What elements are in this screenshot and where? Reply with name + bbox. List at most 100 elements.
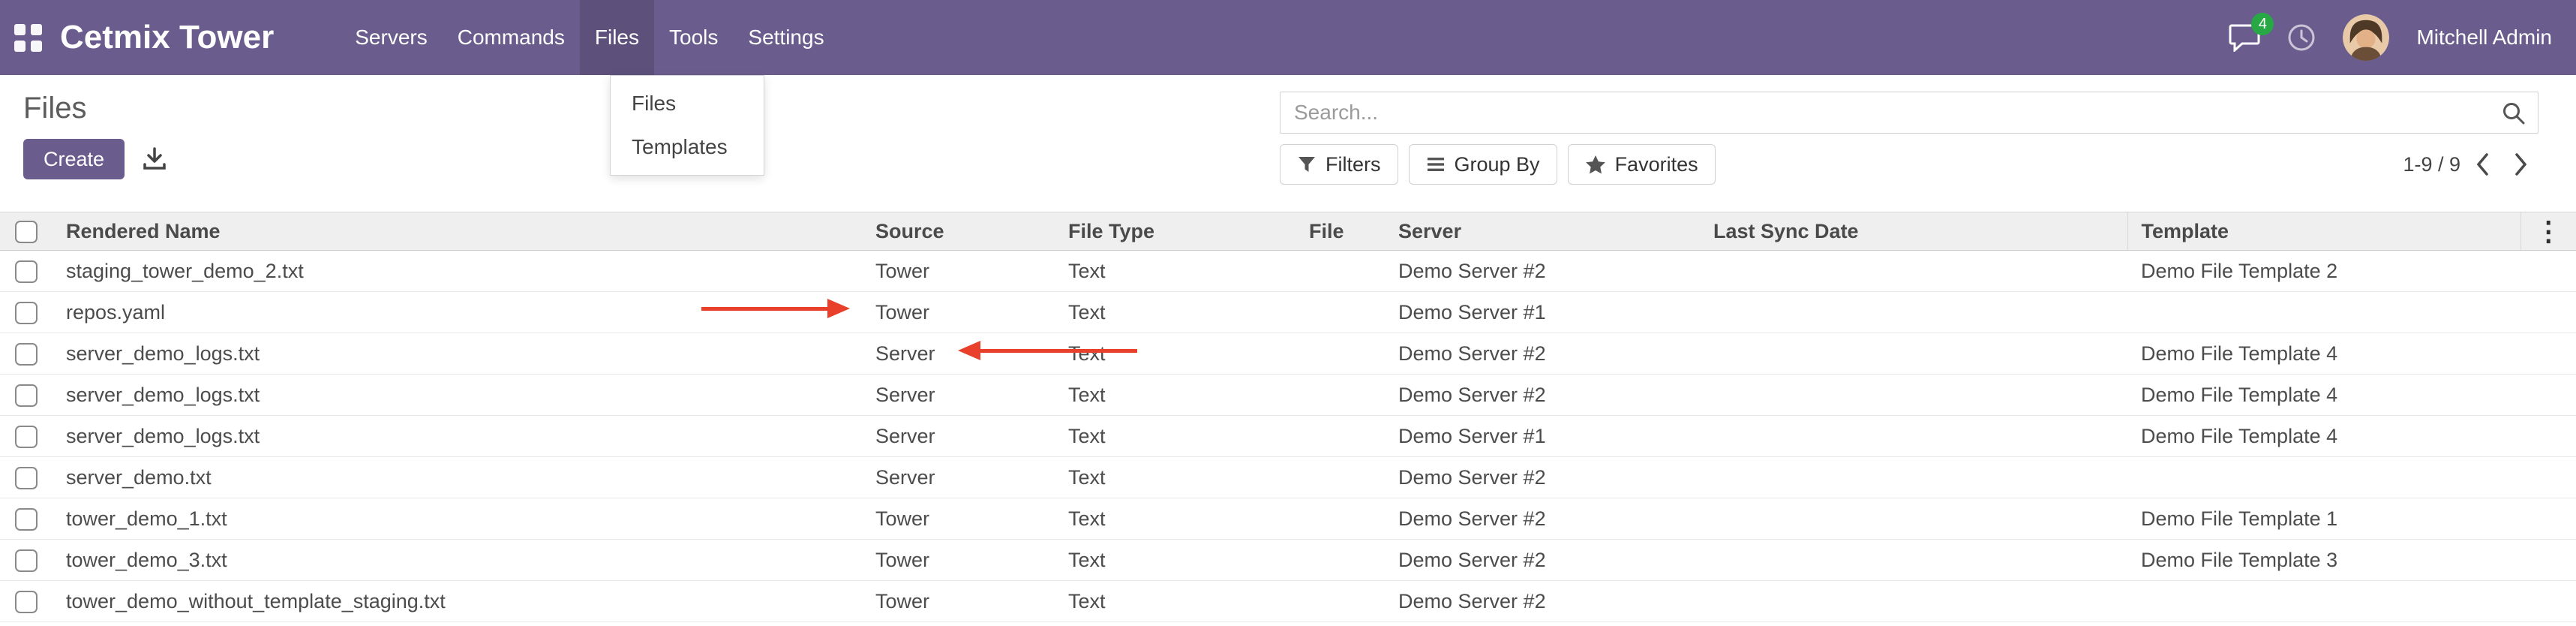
user-menu[interactable]: Mitchell Admin	[2416, 26, 2552, 50]
cell-file-type[interactable]: Text	[1055, 540, 1296, 581]
cell-server[interactable]: Demo Server #2	[1385, 375, 1700, 416]
menu-commands[interactable]: Commands	[443, 0, 580, 75]
menu-tools[interactable]: Tools	[654, 0, 733, 75]
cell-last-sync-date[interactable]	[1700, 333, 2127, 375]
cell-last-sync-date[interactable]	[1700, 540, 2127, 581]
pager-previous-button[interactable]	[2465, 149, 2499, 180]
user-avatar[interactable]	[2343, 14, 2389, 61]
cell-file[interactable]	[1296, 540, 1385, 581]
apps-menu-button[interactable]	[0, 24, 56, 52]
cell-source[interactable]: Tower	[862, 292, 1055, 333]
cell-last-sync-date[interactable]	[1700, 457, 2127, 498]
cell-template[interactable]: Demo File Template 2	[2127, 251, 2520, 292]
row-checkbox[interactable]	[15, 467, 38, 489]
dropdown-item-files[interactable]: Files	[611, 82, 764, 125]
cell-template[interactable]: Demo File Template 3	[2127, 540, 2520, 581]
cell-file-type[interactable]: Text	[1055, 375, 1296, 416]
cell-source[interactable]: Tower	[862, 251, 1055, 292]
select-all-checkbox[interactable]	[15, 221, 38, 243]
create-button[interactable]: Create	[23, 139, 125, 179]
column-header-file-type[interactable]: File Type	[1055, 212, 1296, 251]
cell-template[interactable]	[2127, 581, 2520, 622]
cell-file-type[interactable]: Text	[1055, 581, 1296, 622]
column-header-server[interactable]: Server	[1385, 212, 1700, 251]
column-header-template[interactable]: Template	[2127, 212, 2520, 251]
table-row[interactable]: tower_demo_without_template_staging.txt …	[0, 581, 2576, 622]
menu-settings[interactable]: Settings	[733, 0, 839, 75]
table-row[interactable]: server_demo_logs.txt Server Text Demo Se…	[0, 333, 2576, 375]
cell-rendered-name[interactable]: staging_tower_demo_2.txt	[53, 251, 862, 292]
cell-file-type[interactable]: Text	[1055, 457, 1296, 498]
cell-file[interactable]	[1296, 333, 1385, 375]
filters-button[interactable]: Filters	[1280, 144, 1398, 185]
cell-file[interactable]	[1296, 292, 1385, 333]
cell-source[interactable]: Tower	[862, 540, 1055, 581]
row-checkbox[interactable]	[15, 302, 38, 324]
group-by-button[interactable]: Group By	[1409, 144, 1557, 185]
cell-template[interactable]: Demo File Template 4	[2127, 333, 2520, 375]
cell-rendered-name[interactable]: server_demo_logs.txt	[53, 416, 862, 457]
menu-files[interactable]: Files	[580, 0, 654, 75]
vertical-ellipsis-icon[interactable]: ⋮	[2535, 215, 2562, 246]
cell-server[interactable]: Demo Server #1	[1385, 416, 1700, 457]
cell-rendered-name[interactable]: tower_demo_1.txt	[53, 498, 862, 540]
row-checkbox[interactable]	[15, 260, 38, 283]
export-button[interactable]	[137, 141, 173, 177]
table-row[interactable]: server_demo_logs.txt Server Text Demo Se…	[0, 375, 2576, 416]
cell-file[interactable]	[1296, 457, 1385, 498]
search-input[interactable]	[1280, 92, 2538, 134]
cell-last-sync-date[interactable]	[1700, 581, 2127, 622]
app-brand-title[interactable]: Cetmix Tower	[60, 19, 274, 56]
table-row[interactable]: tower_demo_3.txt Tower Text Demo Server …	[0, 540, 2576, 581]
cell-file[interactable]	[1296, 375, 1385, 416]
cell-file-type[interactable]: Text	[1055, 251, 1296, 292]
cell-template[interactable]: Demo File Template 4	[2127, 416, 2520, 457]
cell-rendered-name[interactable]: tower_demo_3.txt	[53, 540, 862, 581]
row-checkbox[interactable]	[15, 384, 38, 407]
cell-source[interactable]: Tower	[862, 498, 1055, 540]
cell-rendered-name[interactable]: server_demo_logs.txt	[53, 375, 862, 416]
cell-rendered-name[interactable]: server_demo_logs.txt	[53, 333, 862, 375]
cell-last-sync-date[interactable]	[1700, 416, 2127, 457]
cell-file-type[interactable]: Text	[1055, 333, 1296, 375]
search-icon[interactable]	[2501, 101, 2526, 126]
messages-button[interactable]: 4	[2229, 23, 2260, 52]
row-checkbox[interactable]	[15, 343, 38, 366]
cell-file[interactable]	[1296, 416, 1385, 457]
row-checkbox[interactable]	[15, 591, 38, 613]
cell-source[interactable]: Server	[862, 375, 1055, 416]
cell-rendered-name[interactable]: repos.yaml	[53, 292, 862, 333]
table-row[interactable]: tower_demo_1.txt Tower Text Demo Server …	[0, 498, 2576, 540]
cell-server[interactable]: Demo Server #2	[1385, 457, 1700, 498]
cell-server[interactable]: Demo Server #2	[1385, 251, 1700, 292]
cell-file-type[interactable]: Text	[1055, 416, 1296, 457]
row-checkbox[interactable]	[15, 426, 38, 448]
cell-file[interactable]	[1296, 498, 1385, 540]
cell-source[interactable]: Server	[862, 416, 1055, 457]
menu-servers[interactable]: Servers	[340, 0, 442, 75]
cell-last-sync-date[interactable]	[1700, 292, 2127, 333]
cell-server[interactable]: Demo Server #2	[1385, 540, 1700, 581]
column-header-rendered-name[interactable]: Rendered Name	[53, 212, 862, 251]
cell-template[interactable]: Demo File Template 4	[2127, 375, 2520, 416]
cell-rendered-name[interactable]: tower_demo_without_template_staging.txt	[53, 581, 862, 622]
cell-last-sync-date[interactable]	[1700, 375, 2127, 416]
table-row[interactable]: server_demo_logs.txt Server Text Demo Se…	[0, 416, 2576, 457]
row-checkbox[interactable]	[15, 549, 38, 572]
column-header-source[interactable]: Source	[862, 212, 1055, 251]
cell-last-sync-date[interactable]	[1700, 251, 2127, 292]
column-header-file[interactable]: File	[1296, 212, 1385, 251]
favorites-button[interactable]: Favorites	[1568, 144, 1716, 185]
cell-source[interactable]: Server	[862, 457, 1055, 498]
cell-server[interactable]: Demo Server #2	[1385, 498, 1700, 540]
table-row[interactable]: staging_tower_demo_2.txt Tower Text Demo…	[0, 251, 2576, 292]
cell-template[interactable]: Demo File Template 1	[2127, 498, 2520, 540]
table-row[interactable]: repos.yaml Tower Text Demo Server #1	[0, 292, 2576, 333]
cell-server[interactable]: Demo Server #2	[1385, 333, 1700, 375]
cell-file-type[interactable]: Text	[1055, 498, 1296, 540]
cell-file[interactable]	[1296, 581, 1385, 622]
column-header-last-sync-date[interactable]: Last Sync Date	[1700, 212, 2127, 251]
cell-server[interactable]: Demo Server #2	[1385, 581, 1700, 622]
cell-file-type[interactable]: Text	[1055, 292, 1296, 333]
dropdown-item-templates[interactable]: Templates	[611, 125, 764, 169]
